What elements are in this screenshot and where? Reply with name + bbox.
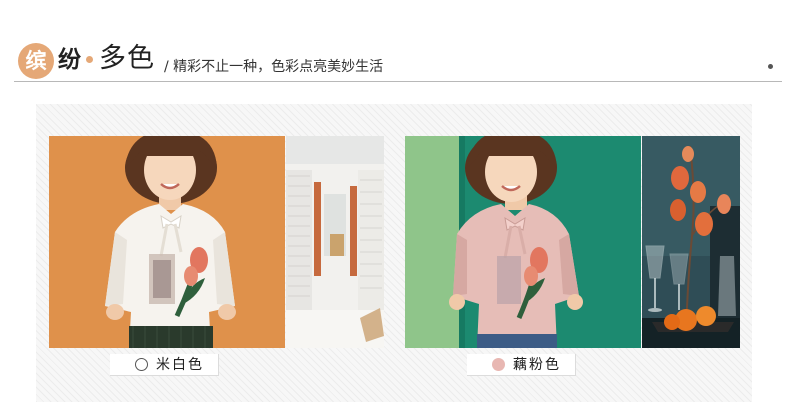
title-bold-char: 纷	[58, 47, 81, 73]
section-subtitle: / 精彩不止一种，色彩点亮美妙生活	[164, 59, 384, 75]
header-divider	[14, 81, 782, 82]
pink-still-life-photo[interactable]	[642, 136, 740, 348]
title-circle-badge: 缤	[18, 43, 54, 79]
swatch-pink-icon	[492, 358, 505, 371]
section-title: 多色	[99, 43, 155, 74]
title-accent-dot	[86, 56, 93, 63]
color-options-panel: 米白色 藕粉色	[36, 104, 752, 402]
color-option-pink[interactable]: 藕粉色	[467, 354, 576, 376]
header-end-dot	[768, 64, 773, 69]
color-option-label: 米白色	[156, 357, 204, 373]
white-interior-photo[interactable]	[286, 136, 384, 348]
section-header: 缤 纷 多色 / 精彩不止一种，色彩点亮美妙生活	[0, 0, 790, 90]
white-blouse-photo[interactable]	[49, 136, 285, 348]
color-option-label: 藕粉色	[513, 357, 561, 373]
swatch-white-icon	[135, 358, 148, 371]
color-option-white[interactable]: 米白色	[110, 354, 219, 376]
pink-blouse-photo[interactable]	[405, 136, 641, 348]
